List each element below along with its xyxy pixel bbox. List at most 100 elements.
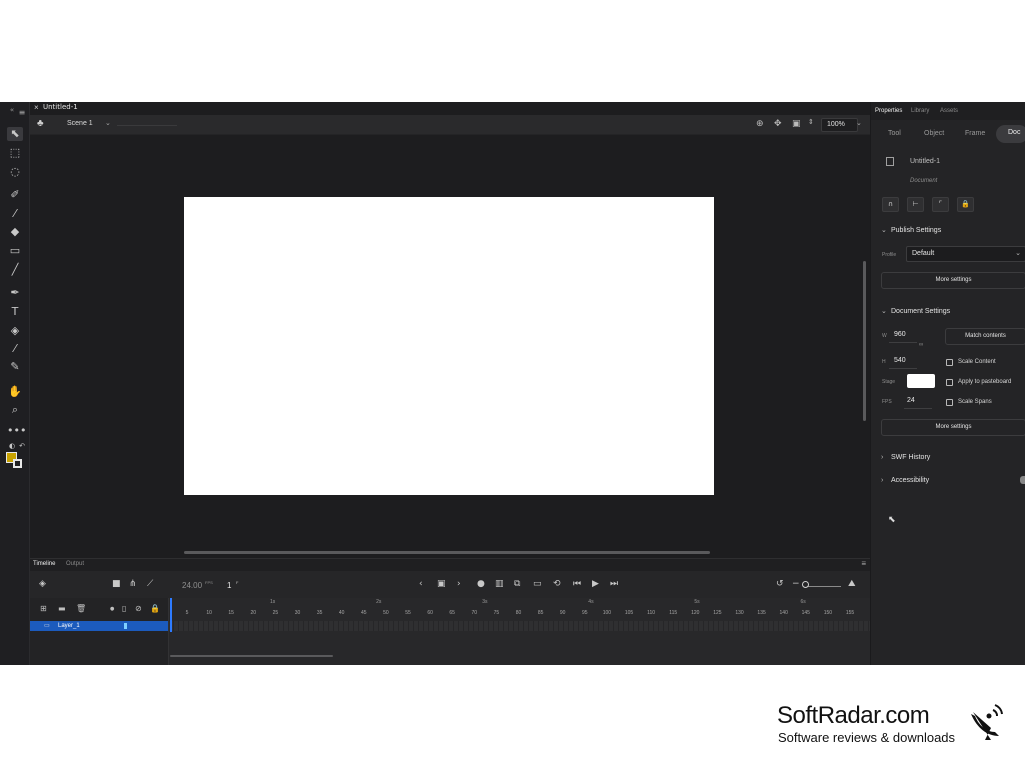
edit-multiple-frames-icon[interactable]: ▥	[495, 579, 504, 589]
close-tab-icon[interactable]: ×	[34, 103, 39, 112]
zoom-tool-icon[interactable]: ⌕	[7, 403, 23, 417]
previous-keyframe-icon[interactable]: ‹	[419, 579, 423, 589]
paint-bucket-tool-icon[interactable]: ◈	[7, 324, 23, 338]
timeline-zoom-knob[interactable]	[802, 581, 809, 588]
lasso-tool-icon[interactable]: ◌	[7, 165, 23, 179]
layer-parenting-icon[interactable]: ⋔	[129, 579, 137, 589]
classic-tween-icon[interactable]: ▭	[533, 579, 542, 589]
zoom-chevron-down-icon[interactable]: ⌄	[856, 119, 862, 127]
eraser-tool-icon[interactable]: ◆	[7, 225, 23, 239]
match-contents-button[interactable]: Match contents	[945, 328, 1025, 345]
reset-zoom-icon[interactable]: ↺	[776, 579, 784, 589]
accessibility-header[interactable]: › Accessibility	[881, 477, 929, 484]
stage-area[interactable]	[30, 135, 870, 558]
document-more-settings-button[interactable]: More settings	[881, 419, 1025, 436]
eyedropper-tool-icon[interactable]: ⁄	[7, 342, 23, 356]
frame-ruler[interactable]: 5 10 15 20 25 30 35 40 45 50 55 60 65 70 75 80 85 90 95 100…	[169, 608, 871, 619]
zoom-stepper-icon[interactable]: ⇕	[808, 118, 814, 126]
apply-to-pasteboard-checkbox[interactable]	[946, 379, 953, 386]
hand-tool-icon[interactable]: ✋	[7, 385, 23, 399]
stage-horizontal-scrollbar[interactable]	[184, 551, 710, 554]
stage-canvas[interactable]	[184, 197, 714, 495]
clip-content-icon[interactable]: ▣	[792, 119, 801, 129]
timeline-menu-icon[interactable]: ≡	[861, 559, 866, 568]
subtab-object[interactable]: Object	[924, 130, 944, 137]
loop-icon[interactable]: ⟲	[553, 579, 561, 589]
text-tool-icon[interactable]: T	[7, 305, 23, 319]
more-tools-icon[interactable]: •••	[7, 424, 26, 438]
create-tween-icon[interactable]: ⧉	[514, 579, 520, 589]
outline-icon[interactable]: ▯	[122, 604, 126, 613]
subtab-tool[interactable]: Tool	[888, 130, 901, 137]
pen-tool-icon[interactable]: ✒	[7, 286, 23, 300]
highlight-dot-icon[interactable]: ●	[110, 606, 114, 612]
layer-frames-row[interactable]	[169, 621, 871, 631]
corner-icon[interactable]: ⌜	[932, 197, 949, 212]
new-folder-icon[interactable]: ▬	[58, 604, 66, 613]
profile-select[interactable]: Default ⌄	[906, 246, 1025, 262]
subtab-frame[interactable]: Frame	[965, 130, 985, 137]
tab-library[interactable]: Library	[911, 108, 929, 114]
play-icon[interactable]: ▶	[592, 579, 599, 589]
tab-output[interactable]: Output	[66, 561, 84, 567]
scale-content-checkbox[interactable]	[946, 359, 953, 366]
layer-row[interactable]: ▭ Layer_1	[30, 621, 168, 631]
document-settings-header[interactable]: ⌄ Document Settings	[881, 307, 950, 315]
selection-tool-icon[interactable]: ⬉	[7, 127, 23, 141]
fps-value[interactable]: 24.00	[182, 581, 202, 590]
current-frame-value[interactable]: 1	[227, 581, 231, 590]
tab-assets[interactable]: Assets	[940, 108, 958, 114]
timeline-horizontal-scrollbar[interactable]	[170, 655, 333, 657]
layers-icon[interactable]: ◈	[39, 579, 46, 589]
free-transform-tool-icon[interactable]: ⬚	[7, 146, 23, 160]
tab-properties[interactable]: Properties	[875, 108, 902, 114]
scene-chevron-down-icon[interactable]: ⌄	[105, 119, 111, 127]
tab-timeline[interactable]: Timeline	[33, 561, 55, 567]
height-field[interactable]: 540	[894, 357, 906, 364]
layer-color-marker[interactable]	[124, 623, 127, 629]
link-dimensions-icon[interactable]: ∞	[919, 342, 923, 348]
playhead[interactable]	[170, 598, 172, 632]
visibility-icon[interactable]: ⊘	[135, 604, 142, 613]
zoom-field[interactable]: 100%	[821, 118, 858, 132]
line-tool-icon[interactable]: ╱	[7, 263, 23, 277]
fps-field[interactable]: 24	[907, 397, 915, 404]
delete-layer-icon[interactable]: 🗑	[76, 604, 86, 613]
onion-skin-icon[interactable]: ●	[477, 579, 485, 589]
snap-magnet-icon[interactable]: ∩	[882, 197, 899, 212]
rectangle-tool-icon[interactable]: ▭	[7, 244, 23, 258]
center-stage-icon[interactable]: ⊕	[756, 119, 764, 129]
stage-color-swatch[interactable]	[907, 374, 935, 388]
stage-vertical-scrollbar[interactable]	[863, 261, 866, 421]
document-tab[interactable]: × Untitled-1	[30, 102, 870, 115]
scale-spans-checkbox[interactable]	[946, 399, 953, 406]
paint-brush-tool-icon[interactable]: ✐	[7, 188, 23, 202]
insert-keyframe-icon[interactable]: ▣	[437, 579, 446, 589]
frames-area[interactable]: 1s 2s 3s 4s 5s 6s 5 10 15 20 25 30 35 40 45 50 55 60 65 70…	[168, 598, 871, 665]
width-field[interactable]: 960	[894, 331, 906, 338]
layer-name[interactable]: Layer_1	[58, 623, 80, 629]
camera-icon[interactable]: ■	[112, 579, 121, 589]
scene-name[interactable]: Scene 1	[67, 120, 93, 127]
publish-settings-header[interactable]: ⌄ Publish Settings	[881, 226, 941, 234]
next-keyframe-icon[interactable]: ›	[457, 579, 461, 589]
lock-icon[interactable]: 🔒	[150, 604, 160, 613]
publish-more-settings-button[interactable]: More settings	[881, 272, 1025, 289]
zoom-out-icon[interactable]: −	[792, 579, 800, 589]
edit-symbols-icon[interactable]: ✥	[774, 119, 782, 129]
zoom-in-icon[interactable]: ⛰	[848, 579, 856, 589]
panel-menu-icon[interactable]: ≡	[14, 106, 30, 120]
timeline-zoom-slider[interactable]	[803, 586, 841, 587]
stroke-color-swatch[interactable]	[13, 459, 22, 468]
subtab-doc[interactable]: Doc	[996, 125, 1025, 143]
lock-document-icon[interactable]: 🔒	[957, 197, 974, 212]
step-back-icon[interactable]: ⏮	[573, 579, 581, 589]
pin-tool-icon[interactable]: ✎	[7, 360, 23, 374]
panel-collapse-handle[interactable]	[1020, 476, 1025, 484]
graph-icon[interactable]: ⟋	[147, 579, 153, 589]
brush-tool-icon[interactable]: ⁄	[7, 207, 23, 221]
new-layer-icon[interactable]: ⊞	[40, 604, 47, 613]
align-icon[interactable]: ⊢	[907, 197, 924, 212]
step-forward-icon[interactable]: ⏭	[610, 579, 618, 589]
swf-history-header[interactable]: › SWF History	[881, 454, 930, 461]
